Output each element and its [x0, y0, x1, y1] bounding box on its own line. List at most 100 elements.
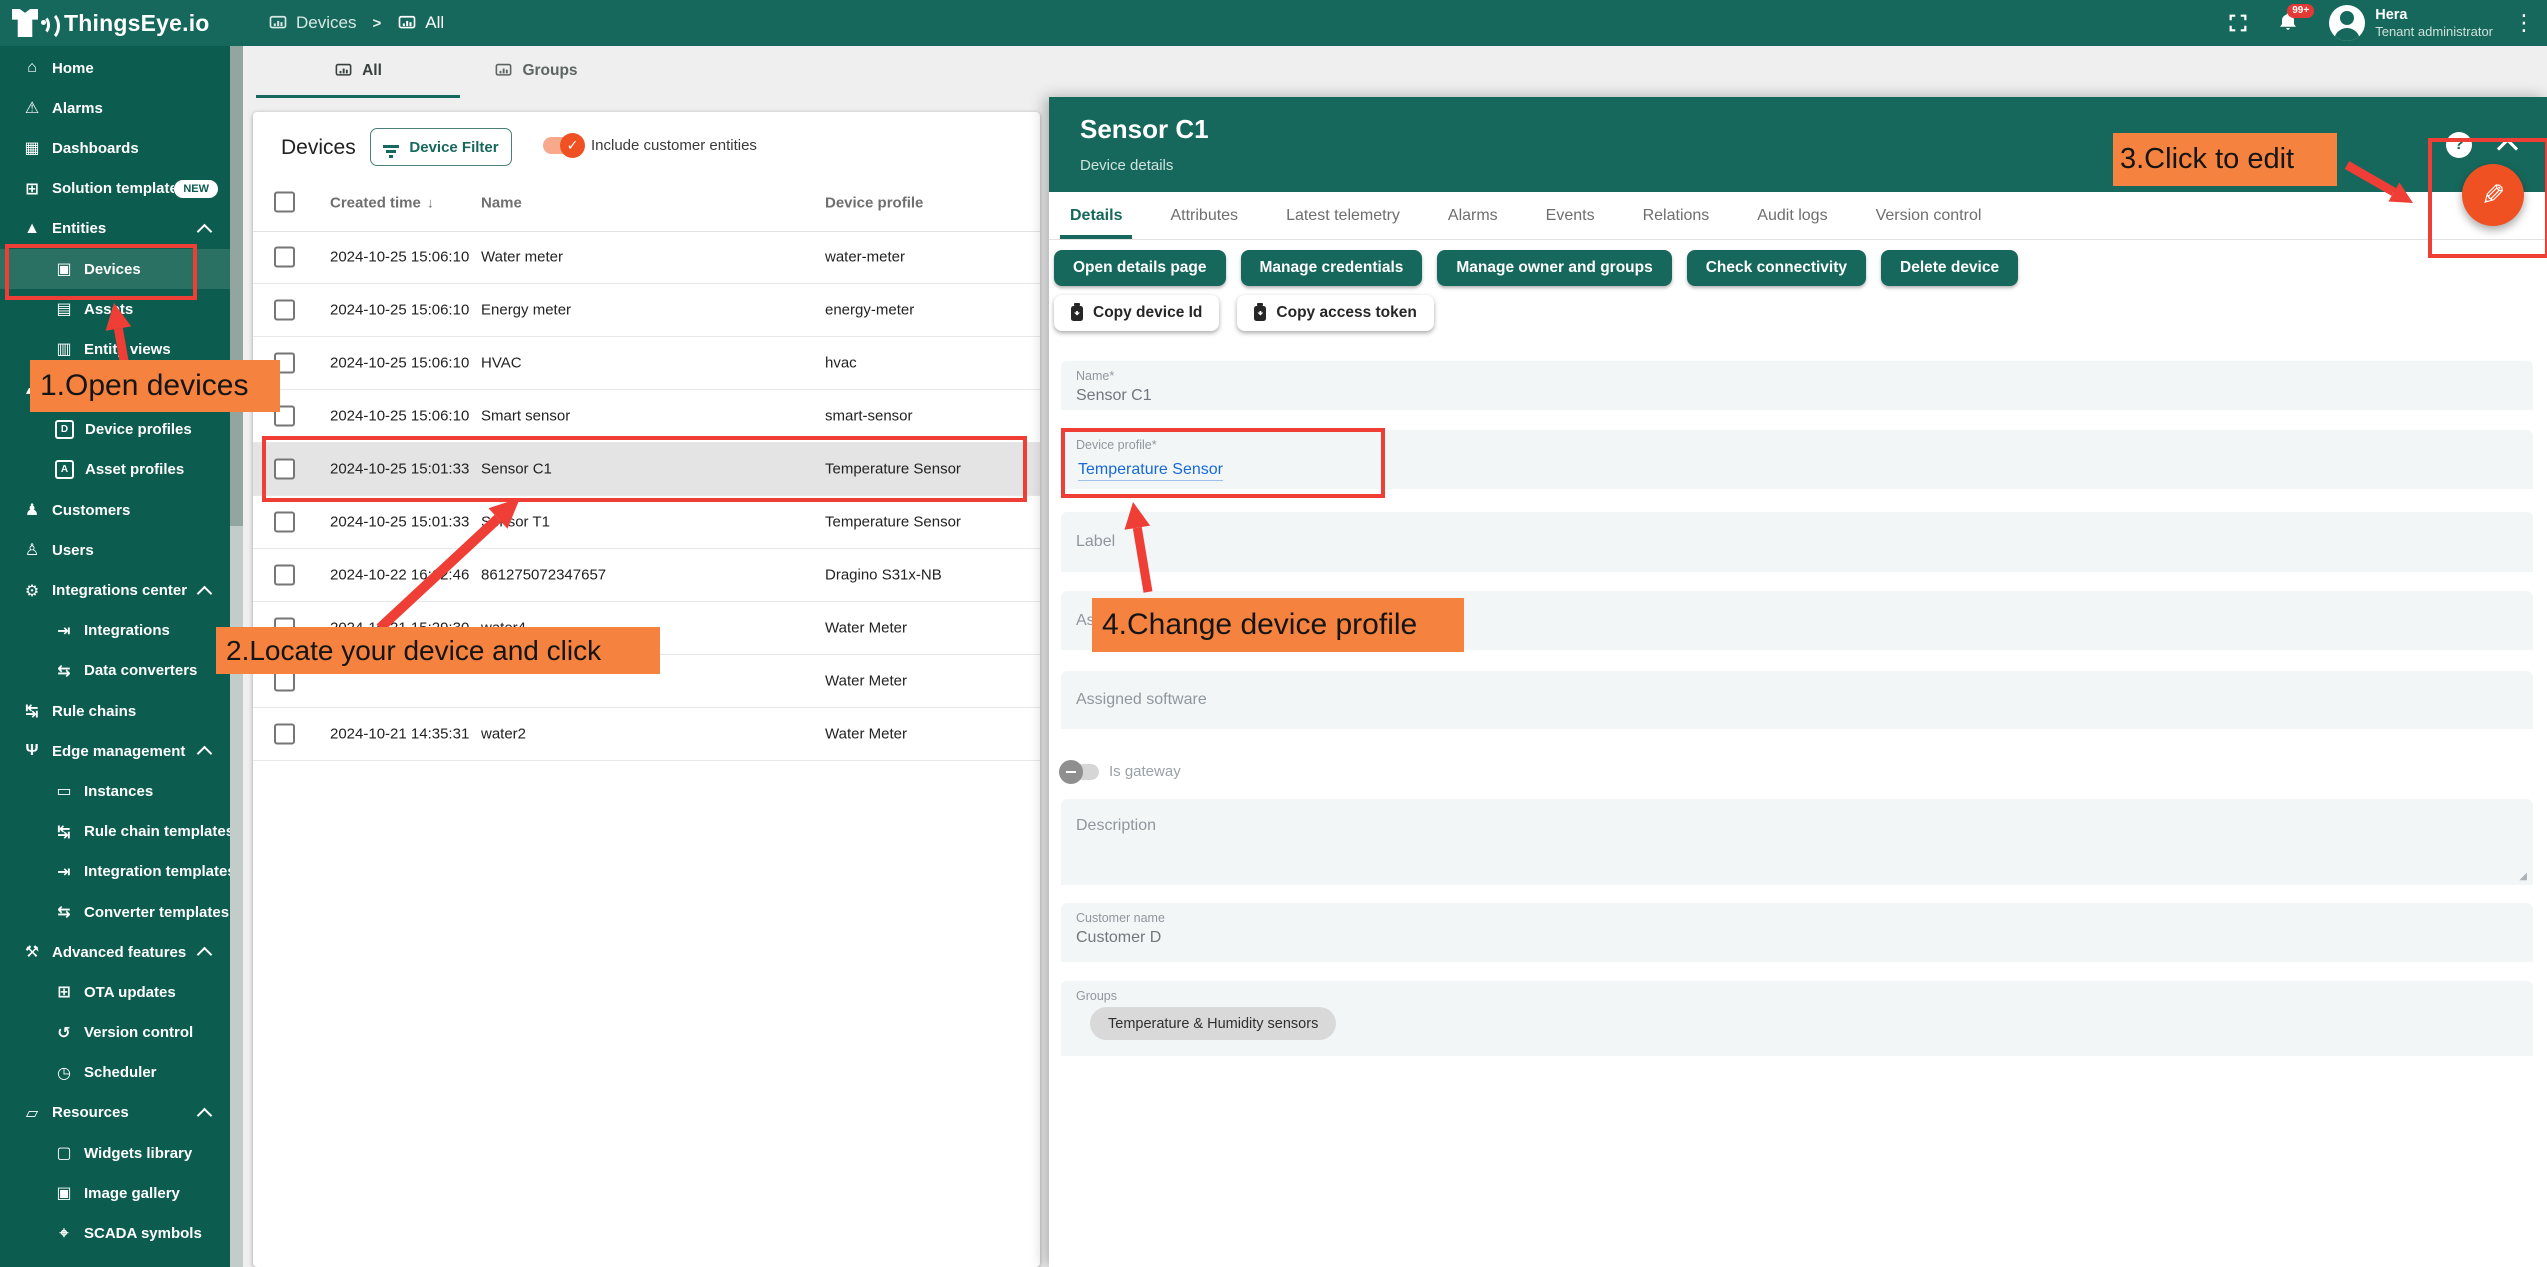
sidebar-item-data-converters[interactable]: ⇆Data converters [0, 651, 230, 691]
user-info[interactable]: Hera Tenant administrator [2375, 6, 2493, 40]
sidebar-item-home[interactable]: ⌂Home [0, 48, 230, 88]
avatar[interactable] [2329, 5, 2365, 41]
page-title: Devices [281, 136, 356, 160]
row-checkbox[interactable] [274, 300, 295, 321]
panel-tab-relations[interactable]: Relations [1643, 207, 1710, 225]
select-all-checkbox[interactable] [274, 192, 295, 213]
panel-tab-alarms[interactable]: Alarms [1448, 207, 1498, 225]
name-field[interactable]: Name* Sensor C1 [1061, 361, 2533, 410]
panel-tab-attributes[interactable]: Attributes [1170, 207, 1238, 225]
device-profile-field[interactable]: Device profile* Temperature Sensor [1061, 430, 2533, 489]
table-row[interactable]: 2024-10-21 14:35:31water2Water Meter [253, 708, 1040, 761]
sidebar-item-ota-updates[interactable]: ⊞OTA updates [0, 972, 230, 1012]
sidebar-item-label: SCADA symbols [84, 1225, 230, 1242]
sidebar-item-integrations-center[interactable]: ⚙Integrations center [0, 570, 230, 610]
sidebar-item-rule-chains[interactable]: ↹Rule chains [0, 691, 230, 731]
row-checkbox[interactable] [274, 724, 295, 745]
row-checkbox[interactable] [274, 459, 295, 480]
assets-icon: ▤ [52, 299, 76, 319]
fullscreen-button[interactable] [2221, 6, 2255, 40]
group-chip[interactable]: Temperature & Humidity sensors [1090, 1007, 1336, 1040]
app-logo[interactable]: ThingsEye.io [10, 4, 210, 42]
customer-name-field-label: Customer name [1076, 911, 1165, 925]
breadcrumb-all[interactable]: All [397, 13, 444, 33]
description-field[interactable]: Description ◢ [1061, 799, 2533, 885]
panel-title: Sensor C1 [1080, 114, 1209, 145]
cell-created-time: 2024-10-25 15:06:10 [330, 249, 469, 266]
sidebar-item-integrations[interactable]: ⇥Integrations [0, 611, 230, 651]
sidebar-item-scada-symbols[interactable]: ⌖SCADA symbols [0, 1213, 230, 1253]
breadcrumb-devices[interactable]: Devices [268, 13, 356, 33]
entity-views-icon: ▥ [52, 339, 76, 359]
new-badge: NEW [174, 180, 218, 198]
sidebar-item-edge-management[interactable]: ΨEdge management [0, 731, 230, 771]
device-filter-button[interactable]: Device Filter [370, 128, 512, 166]
name-field-value: Sensor C1 [1076, 387, 1152, 405]
more-menu-button[interactable]: ⋮ [2509, 10, 2539, 36]
panel-tab-version-control[interactable]: Version control [1876, 207, 1982, 225]
sidebar-item-customers[interactable]: ♟Customers [0, 490, 230, 530]
manage-credentials-button[interactable]: Manage credentials [1241, 250, 1423, 286]
chevron-up-icon [197, 746, 213, 762]
sidebar-item-users[interactable]: ♙Users [0, 530, 230, 570]
sidebar-item-device-profiles[interactable]: DDevice profiles [0, 410, 230, 450]
table-row[interactable]: 2024-10-25 15:06:10Water meterwater-mete… [253, 231, 1040, 284]
sidebar-item-entities[interactable]: ▲Entities [0, 209, 230, 249]
tab-all[interactable]: All [256, 46, 460, 98]
sidebar-item-asset-profiles[interactable]: AAsset profiles [0, 450, 230, 490]
table-row[interactable]: 2024-10-22 16:12:46861275072347657Dragin… [253, 549, 1040, 602]
copy-device-id-button[interactable]: Copy device Id [1054, 295, 1219, 331]
row-checkbox[interactable] [274, 512, 295, 533]
sidebar-item-dashboards[interactable]: ▦Dashboards [0, 128, 230, 168]
column-device-profile[interactable]: Device profile [825, 194, 923, 211]
sidebar-item-widgets-library[interactable]: ▢Widgets library [0, 1133, 230, 1173]
sidebar-item-image-gallery[interactable]: ▣Image gallery [0, 1173, 230, 1213]
open-details-page-button[interactable]: Open details page [1054, 250, 1226, 286]
sidebar-item-resources[interactable]: ▱Resources [0, 1093, 230, 1133]
device-profile-link[interactable]: Temperature Sensor [1078, 461, 1223, 481]
copy-access-token-button[interactable]: Copy access token [1237, 295, 1433, 331]
panel-tab-details[interactable]: Details [1070, 207, 1122, 225]
resize-handle-icon[interactable]: ◢ [2519, 871, 2527, 882]
row-checkbox[interactable] [274, 565, 295, 586]
sidebar-item-integration-templates[interactable]: ⇥Integration templates [0, 852, 230, 892]
table-row[interactable]: 2024-10-25 15:06:10Energy meterenergy-me… [253, 284, 1040, 337]
panel-tab-audit-logs[interactable]: Audit logs [1757, 207, 1827, 225]
label-field[interactable]: Label [1061, 512, 2533, 572]
sidebar-scrollbar-thumb[interactable] [230, 46, 243, 526]
edit-fab-button[interactable]: ✎ [2462, 164, 2524, 226]
panel-tab-events[interactable]: Events [1546, 207, 1595, 225]
row-checkbox[interactable] [274, 247, 295, 268]
assigned-software-field[interactable]: Assigned software [1061, 671, 2533, 729]
sidebar-item-alarms[interactable]: ⚠Alarms [0, 88, 230, 128]
panel-tab-latest-telemetry[interactable]: Latest telemetry [1286, 207, 1400, 225]
collapse-chevron-up-icon[interactable] [2497, 138, 2518, 159]
include-customer-entities-toggle[interactable]: ✓ [543, 137, 581, 154]
table-row[interactable]: 2024-10-25 15:06:10Smart sensorsmart-sen… [253, 390, 1040, 443]
help-button[interactable]: ? [2446, 132, 2472, 158]
sidebar-item-solution-templates[interactable]: ⊞Solution templatesNEW [0, 169, 230, 209]
sidebar-item-version-control[interactable]: ↺Version control [0, 1013, 230, 1053]
sidebar-item-scheduler[interactable]: ◷Scheduler [0, 1053, 230, 1093]
sidebar-item-label: OTA updates [84, 984, 230, 1001]
sidebar-item-instances[interactable]: ▭Instances [0, 771, 230, 811]
sidebar-item-rule-chain-templates[interactable]: ↹Rule chain templates [0, 812, 230, 852]
sidebar-item-converter-templates[interactable]: ⇆Converter templates [0, 892, 230, 932]
manage-owner-and-groups-button[interactable]: Manage owner and groups [1437, 250, 1671, 286]
check-connectivity-button[interactable]: Check connectivity [1687, 250, 1866, 286]
tab-groups[interactable]: Groups [460, 46, 612, 95]
delete-device-button[interactable]: Delete device [1881, 250, 2018, 286]
cell-device-profile: Water Meter [825, 726, 907, 743]
devices-card: Devices Device Filter ✓ Include customer… [253, 112, 1040, 1267]
sidebar-item-assets[interactable]: ▤Assets [0, 289, 230, 329]
sidebar-item-label: Dashboards [52, 140, 230, 157]
is-gateway-toggle-knob[interactable] [1059, 760, 1083, 784]
sidebar-item-advanced-features[interactable]: ⚒Advanced features [0, 932, 230, 972]
table-row[interactable]: 2024-10-25 15:01:33Sensor T1Temperature … [253, 496, 1040, 549]
sidebar-item-devices[interactable]: ▣Devices [0, 249, 230, 289]
table-row[interactable]: 2024-10-25 15:01:33Sensor C1Temperature … [253, 443, 1040, 496]
notifications-button[interactable]: 99+ [2271, 6, 2305, 40]
column-created-time[interactable]: Created time↓ [330, 194, 434, 211]
table-row[interactable]: 2024-10-25 15:06:10HVAChvac [253, 337, 1040, 390]
column-name[interactable]: Name [481, 194, 522, 211]
